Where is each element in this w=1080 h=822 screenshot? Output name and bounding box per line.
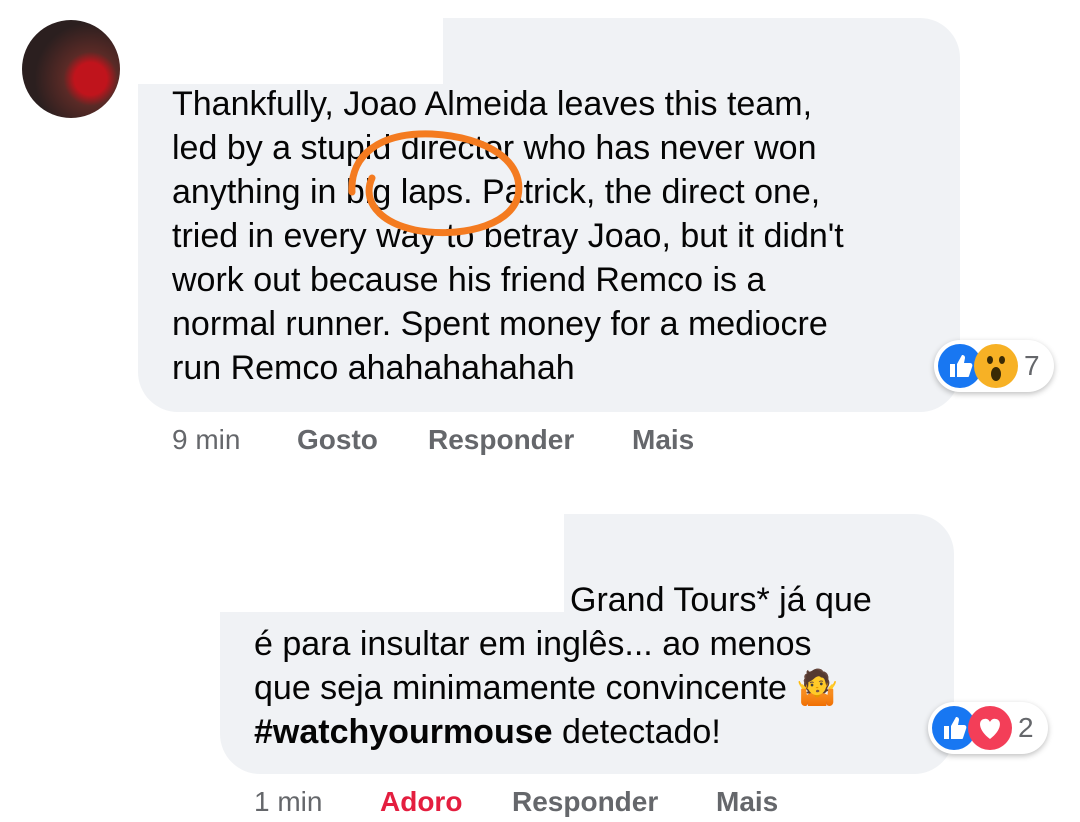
hashtag-link[interactable]: #watchyourmouse (254, 713, 553, 751)
comment-line: anything in big laps. Patrick, the direc… (172, 173, 821, 211)
reaction-count: 7 (1024, 350, 1040, 381)
more-button[interactable]: Mais (632, 424, 694, 456)
reactions-summary[interactable]: 7 (934, 340, 1054, 392)
timestamp: 1 min (254, 786, 323, 817)
comment-line: work out because his friend Remco is a (172, 261, 766, 299)
reply-line: que seja minimamente convincente 🤷 (254, 666, 872, 710)
reply-text: Grand Tours* já que é para insultar em i… (254, 578, 872, 754)
love-icon (968, 706, 1012, 750)
love-reaction-button[interactable]: Adoro (380, 786, 462, 818)
timestamp: 9 min (172, 424, 241, 455)
comment-line: normal runner. Spent money for a mediocr… (172, 305, 828, 343)
bubble-cutout (120, 0, 443, 84)
comment-line: Thankfully, Joao Almeida leaves this tea… (172, 85, 813, 123)
reaction-count: 2 (1018, 712, 1034, 743)
like-button[interactable]: Gosto (297, 424, 378, 456)
comment-text: Thankfully, Joao Almeida leaves this tea… (172, 82, 844, 390)
comment-line: led by a stupid director who has never w… (172, 129, 817, 167)
shrug-emoji: 🤷 (796, 669, 839, 707)
wow-icon (974, 344, 1018, 388)
reply-button[interactable]: Responder (428, 424, 574, 456)
reply-button[interactable]: Responder (512, 786, 658, 818)
avatar[interactable] (22, 20, 120, 118)
comment-line: run Remco ahahahahahah (172, 349, 575, 387)
reply-line: Grand Tours* já que (570, 581, 872, 619)
comment-line: tried in every way to betray Joao, but i… (172, 217, 844, 255)
reply-line: é para insultar em inglês... ao menos (254, 625, 812, 663)
more-button[interactable]: Mais (716, 786, 778, 818)
reply-line-text: que seja minimamente convincente (254, 669, 787, 707)
reactions-summary[interactable]: 2 (928, 702, 1048, 754)
reply-line: #watchyourmouse detectado! (254, 710, 872, 754)
reply-line-text: detectado! (552, 713, 721, 751)
